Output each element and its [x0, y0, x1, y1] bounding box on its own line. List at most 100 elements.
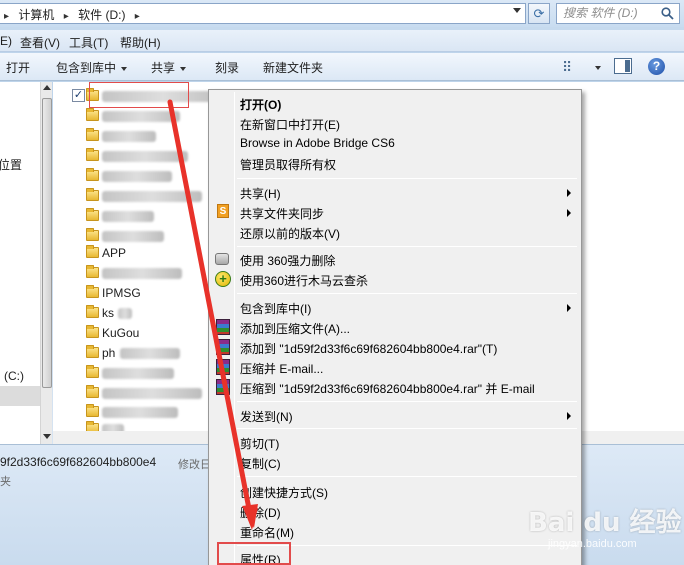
search-box[interactable]: [556, 3, 680, 24]
folder-icon: [86, 265, 99, 278]
menu-tools[interactable]: 工具(T): [69, 34, 108, 51]
menu-item-label: 创建快捷方式(S): [240, 486, 328, 500]
address-bar[interactable]: ▸ 计算机 ▸ 软件 (D:) ▸: [0, 3, 526, 24]
include-in-library-button[interactable]: 包含到库中: [56, 59, 128, 76]
360-security-icon: +: [215, 271, 231, 287]
folder-icon: [86, 385, 99, 398]
share-label: 共享: [151, 61, 176, 75]
menu-item-label: 压缩并 E-mail...: [240, 362, 324, 376]
menu-help[interactable]: 帮助(H): [120, 34, 161, 51]
folder-icon: [86, 128, 99, 141]
blurred-filename: [102, 268, 182, 279]
submenu-arrow-icon: [567, 304, 571, 312]
menu-view[interactable]: 查看(V): [20, 34, 60, 51]
details-item-name: 9f2d33f6c69f682604bb800e4: [0, 455, 157, 469]
command-toolbar: 打开 包含到库中 共享 刻录 新建文件夹 ⠿ ?: [0, 53, 684, 81]
folder-icon: [86, 168, 99, 181]
menu-item-cut[interactable]: 剪切(T): [211, 432, 579, 452]
menu-item-share[interactable]: 共享(H): [211, 182, 579, 202]
folder-icon: [86, 228, 99, 241]
scroll-up-icon[interactable]: [43, 85, 51, 90]
share-button[interactable]: 共享: [151, 59, 187, 76]
change-view-icon[interactable]: ⠿: [562, 60, 572, 74]
include-in-library-label: 包含到库中: [56, 61, 117, 75]
blurred-filename: [102, 368, 174, 379]
menu-item-open-new-window[interactable]: 在新窗口中打开(E): [211, 113, 579, 133]
nav-recent-places[interactable]: 的位置: [0, 156, 22, 173]
scroll-down-icon[interactable]: [43, 434, 51, 439]
blurred-filename: [102, 231, 164, 242]
breadcrumb-computer[interactable]: 计算机: [18, 8, 54, 22]
menu-item-browse-bridge[interactable]: Browse in Adobe Bridge CS6: [211, 133, 579, 153]
navigation-pane: 的位置 (C:): [0, 82, 40, 444]
preview-pane-icon[interactable]: [614, 58, 632, 74]
blurred-filename: [102, 171, 172, 182]
menu-item-sync-shared-folder[interactable]: S 共享文件夹同步: [211, 202, 579, 222]
refresh-button[interactable]: ⟳: [528, 3, 550, 24]
menu-item-copy[interactable]: 复制(C): [211, 452, 579, 472]
menu-item-label: 压缩到 "1d59f2d33f6c69f682604bb800e4.rar" 并…: [240, 382, 535, 396]
menu-item-add-to-rar[interactable]: 添加到 "1d59f2d33f6c69f682604bb800e4.rar"(T…: [211, 337, 579, 357]
folder-icon: [86, 148, 99, 161]
open-button[interactable]: 打开: [6, 59, 30, 76]
navigation-scrollbar[interactable]: [40, 82, 52, 444]
new-folder-button[interactable]: 新建文件夹: [263, 59, 323, 76]
menu-item-360-trojan-scan[interactable]: + 使用360进行木马云查杀: [211, 269, 579, 289]
menu-separator: [237, 401, 577, 402]
menu-item-360-force-delete[interactable]: 使用 360强力删除: [211, 249, 579, 269]
menu-edit[interactable]: (E): [0, 34, 12, 48]
folder-icon: [86, 305, 99, 318]
menu-bar: (E) 查看(V) 工具(T) 帮助(H): [0, 30, 684, 52]
menu-separator: [237, 428, 577, 429]
folder-icon: [86, 285, 99, 298]
breadcrumb-separator: ▸: [134, 11, 140, 22]
winrar-icon: [216, 379, 230, 395]
menu-item-rename[interactable]: 重命名(M): [211, 521, 579, 541]
breadcrumb-drive-d[interactable]: 软件 (D:): [78, 8, 125, 22]
menu-item-compress-rar-email[interactable]: 压缩到 "1d59f2d33f6c69f682604bb800e4.rar" 并…: [211, 377, 579, 397]
details-modified-label: 修改日: [178, 459, 211, 471]
blurred-filename: [102, 111, 180, 122]
menu-item-label: 共享文件夹同步: [240, 207, 325, 221]
menu-item-label: 包含到库中(I): [240, 302, 312, 316]
view-options-dropdown-icon[interactable]: [595, 66, 601, 70]
menu-item-open[interactable]: 打开(O): [211, 93, 579, 113]
menu-item-label: 管理员取得所有权: [240, 158, 337, 172]
winrar-icon: [216, 359, 230, 375]
nav-selected-item[interactable]: [0, 386, 40, 406]
menu-item-include-library[interactable]: 包含到库中(I): [211, 297, 579, 317]
menu-item-send-to[interactable]: 发送到(N): [211, 405, 579, 425]
blurred-filename: [102, 407, 178, 418]
menu-item-label: 添加到 "1d59f2d33f6c69f682604bb800e4.rar"(T…: [240, 342, 498, 356]
menu-item-create-shortcut[interactable]: 创建快捷方式(S): [211, 481, 579, 501]
folder-icon: [86, 208, 99, 221]
file-name: ph: [102, 346, 116, 360]
help-icon[interactable]: ?: [648, 58, 665, 75]
menu-item-compress-email[interactable]: 压缩并 E-mail...: [211, 357, 579, 377]
menu-item-delete[interactable]: 删除(D): [211, 501, 579, 521]
address-history-dropdown-icon[interactable]: [513, 8, 521, 13]
menu-item-label: 还原以前的版本(V): [240, 227, 340, 241]
file-name: IPMSG: [102, 286, 141, 300]
menu-item-label: 共享(H): [240, 187, 281, 201]
menu-item-take-ownership[interactable]: 管理员取得所有权: [211, 153, 579, 173]
folder-icon: [86, 245, 99, 258]
nav-drive-c[interactable]: (C:): [4, 369, 24, 383]
search-input[interactable]: [563, 6, 659, 20]
breadcrumb-separator: ▸: [4, 11, 10, 22]
blurred-filename: [102, 191, 202, 202]
blurred-filename: [102, 131, 156, 142]
blurred-filename: [102, 211, 154, 222]
submenu-arrow-icon: [567, 209, 571, 217]
winrar-icon: [216, 339, 230, 355]
item-checkbox[interactable]: ✓: [72, 89, 85, 102]
folder-icon: [86, 188, 99, 201]
menu-item-add-to-archive[interactable]: 添加到压缩文件(A)...: [211, 317, 579, 337]
search-icon[interactable]: [661, 7, 674, 20]
scrollbar-thumb[interactable]: [42, 98, 52, 388]
selection-highlight-box: [89, 82, 189, 108]
menu-item-label: 在新窗口中打开(E): [240, 118, 340, 132]
menu-item-restore-previous[interactable]: 还原以前的版本(V): [211, 222, 579, 242]
burn-button[interactable]: 刻录: [215, 59, 239, 76]
menu-item-label: 使用 360强力删除: [240, 254, 336, 268]
